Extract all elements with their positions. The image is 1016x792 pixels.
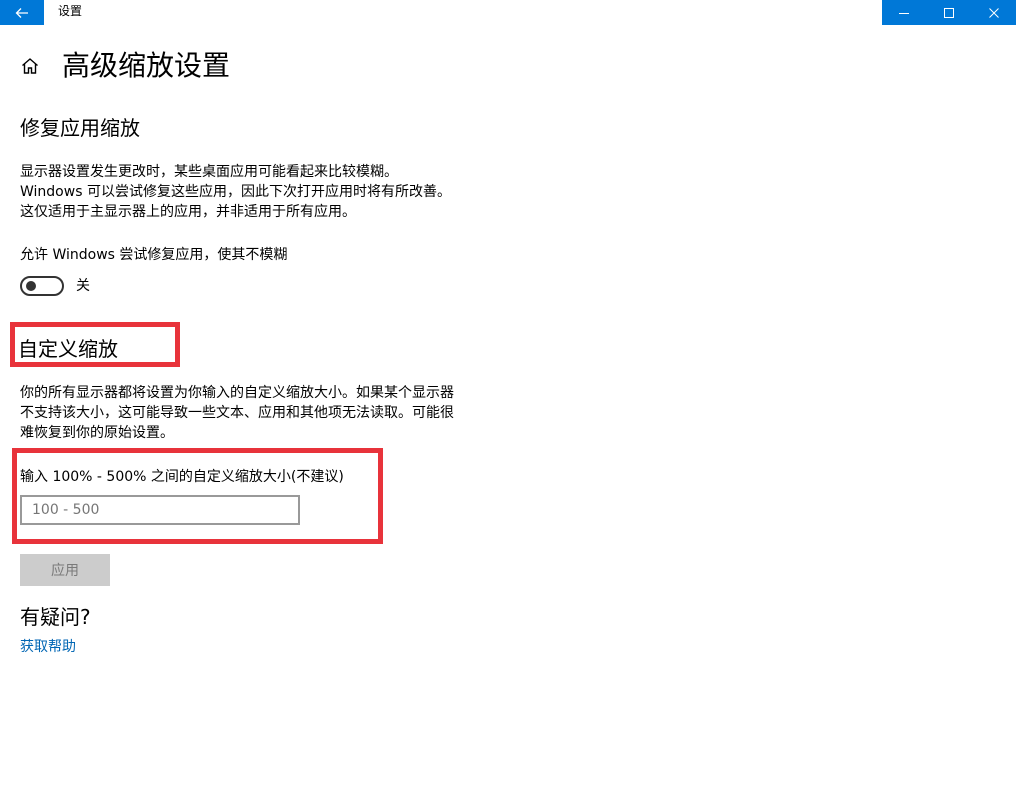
toggle-knob — [26, 281, 36, 291]
minimize-icon — [899, 12, 910, 14]
get-help-link[interactable]: 获取帮助 — [20, 637, 76, 657]
maximize-icon — [944, 7, 954, 18]
custom-scaling-heading: 自定义缩放 — [18, 337, 118, 361]
close-icon — [988, 7, 999, 18]
fix-scaling-description: 显示器设置发生更改时，某些桌面应用可能看起来比较模糊。Windows 可以尝试修… — [20, 164, 451, 220]
home-button[interactable] — [20, 56, 40, 76]
apply-button[interactable]: 应用 — [20, 554, 110, 586]
minimize-button[interactable] — [882, 0, 927, 25]
maximize-button[interactable] — [927, 0, 972, 25]
fix-scaling-toggle[interactable] — [20, 276, 64, 296]
home-icon — [22, 58, 38, 74]
window-controls — [882, 0, 1016, 25]
toggle-state-label: 关 — [76, 278, 90, 294]
fix-scaling-toggle-label: 允许 Windows 尝试修复应用，使其不模糊 — [20, 247, 288, 263]
title-bar: 设置 — [0, 0, 1016, 25]
fix-scaling-heading: 修复应用缩放 — [20, 116, 140, 140]
help-heading: 有疑问? — [20, 605, 91, 629]
custom-scaling-input[interactable] — [20, 495, 300, 525]
window-title: 设置 — [58, 4, 83, 18]
custom-scaling-input-label: 输入 100% - 500% 之间的自定义缩放大小(不建议) — [20, 469, 344, 485]
page-title: 高级缩放设置 — [62, 49, 231, 82]
back-button[interactable] — [0, 0, 44, 25]
close-button[interactable] — [971, 0, 1016, 25]
custom-scaling-description: 你的所有显示器都将设置为你输入的自定义缩放大小。如果某个显示器不支持该大小，这可… — [20, 385, 454, 441]
arrow-left-icon — [15, 7, 28, 18]
